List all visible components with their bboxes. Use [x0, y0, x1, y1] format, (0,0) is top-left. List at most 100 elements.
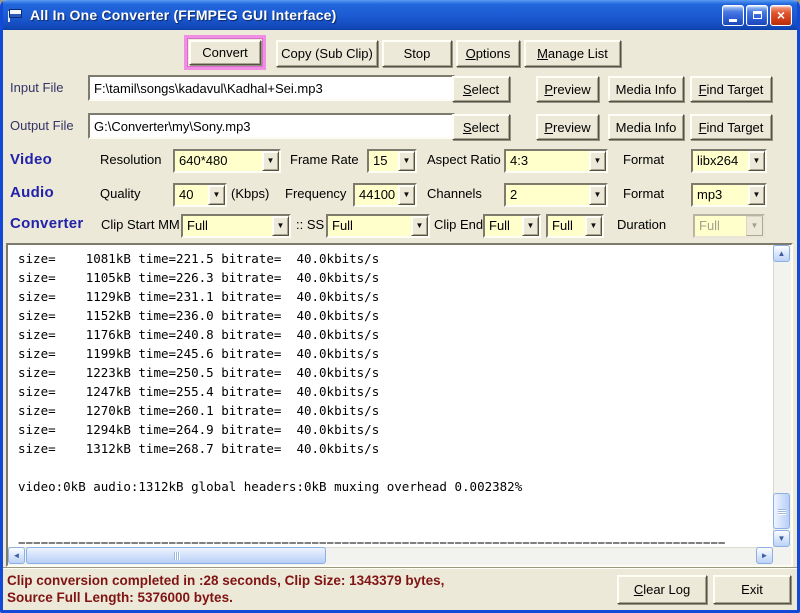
kbps-label: (Kbps) — [231, 186, 269, 201]
dropdown-arrow-button[interactable]: ▼ — [262, 151, 279, 171]
output-media-info-button[interactable]: Media Info — [608, 114, 684, 140]
chevron-down-icon: ▼ — [527, 222, 535, 230]
convert-highlight: Convert — [184, 35, 266, 70]
chevron-up-icon: ▲ — [778, 250, 786, 258]
frequency-select[interactable]: 44100 ▼ — [353, 183, 417, 207]
ss-label: :: SS — [296, 217, 324, 232]
video-format-select[interactable]: libx264 ▼ — [691, 149, 767, 173]
maximize-icon — [753, 11, 762, 19]
chevron-down-icon: ▼ — [594, 157, 602, 165]
input-file-label: Input File — [10, 80, 63, 95]
converter-section-label: Converter — [10, 215, 84, 232]
audio-section-label: Audio — [10, 184, 54, 201]
scrollbar-corner — [773, 547, 791, 565]
dropdown-arrow-button[interactable]: ▼ — [748, 151, 765, 171]
clip-end-label: Clip End — [434, 217, 483, 232]
aspect-ratio-label: Aspect Ratio — [427, 152, 501, 167]
maximize-button[interactable] — [746, 5, 768, 26]
chevron-down-icon: ▼ — [277, 222, 285, 230]
input-file-field[interactable] — [88, 75, 455, 101]
audio-format-label: Format — [623, 186, 664, 201]
frame-rate-label: Frame Rate — [290, 152, 359, 167]
close-button[interactable]: × — [770, 5, 792, 26]
input-preview-button[interactable]: Preview — [536, 76, 599, 102]
titlebar[interactable]: All In One Converter (FFMPEG GUI Interfa… — [0, 0, 800, 30]
dropdown-arrow-button[interactable]: ▼ — [585, 216, 602, 236]
quality-select[interactable]: 40 ▼ — [173, 183, 227, 207]
audio-format-select[interactable]: mp3 ▼ — [691, 183, 767, 207]
status-text: Clip conversion completed in :28 seconds… — [7, 572, 444, 606]
statusbar: Clip conversion completed in :28 seconds… — [3, 568, 797, 610]
dropdown-arrow-button[interactable]: ▼ — [398, 151, 415, 171]
dropdown-arrow-button[interactable]: ▼ — [208, 185, 225, 205]
dropdown-arrow-button[interactable]: ▼ — [522, 216, 539, 236]
chevron-down-icon: ▼ — [590, 222, 598, 230]
dropdown-arrow-button[interactable]: ▼ — [589, 151, 606, 171]
chevron-down-icon: ▼ — [594, 191, 602, 199]
close-icon: × — [777, 8, 785, 22]
horizontal-scrollbar[interactable]: ◄ ► — [8, 547, 773, 565]
duration-select: Full ▼ — [693, 214, 765, 238]
chevron-down-icon: ▼ — [753, 191, 761, 199]
clip-end-mm-select[interactable]: Full ▼ — [483, 214, 541, 238]
input-media-info-button[interactable]: Media Info — [608, 76, 684, 102]
scroll-left-button[interactable]: ◄ — [8, 547, 25, 564]
minimize-icon — [729, 19, 737, 22]
scroll-down-button[interactable]: ▼ — [773, 530, 790, 547]
scroll-up-button[interactable]: ▲ — [773, 245, 790, 262]
chevron-down-icon: ▼ — [267, 157, 275, 165]
convert-button[interactable]: Convert — [189, 40, 261, 65]
log-text: size= 1081kB time=221.5 bitrate= 40.0kbi… — [10, 247, 771, 545]
frame-rate-select[interactable]: 15 ▼ — [367, 149, 417, 173]
thumb-grip-icon — [174, 552, 179, 560]
output-file-field[interactable] — [88, 113, 455, 139]
frequency-label: Frequency — [285, 186, 346, 201]
scroll-right-button[interactable]: ► — [756, 547, 773, 564]
dropdown-arrow-button[interactable]: ▼ — [398, 185, 415, 205]
chevron-down-icon: ▼ — [403, 191, 411, 199]
thumb-grip-icon — [778, 509, 786, 514]
channels-label: Channels — [427, 186, 482, 201]
video-section-label: Video — [10, 151, 52, 168]
chevron-down-icon: ▼ — [403, 157, 411, 165]
dropdown-arrow-button[interactable]: ▼ — [272, 216, 289, 236]
output-find-target-button[interactable]: Find Target — [690, 114, 772, 140]
dropdown-arrow-button[interactable]: ▼ — [411, 216, 428, 236]
output-preview-button[interactable]: Preview — [536, 114, 599, 140]
clear-log-button[interactable]: Clear Log — [617, 575, 707, 604]
log-area[interactable]: size= 1081kB time=221.5 bitrate= 40.0kbi… — [6, 243, 793, 567]
dropdown-arrow-button[interactable]: ▼ — [748, 185, 765, 205]
chevron-down-icon: ▼ — [751, 222, 759, 230]
chevron-down-icon: ▼ — [416, 222, 424, 230]
chevron-left-icon: ◄ — [13, 552, 21, 560]
chevron-down-icon: ▼ — [213, 191, 221, 199]
vertical-scrollbar[interactable]: ▲ ▼ — [773, 245, 791, 547]
copy-sub-clip-button[interactable]: Copy (Sub Clip) — [276, 40, 378, 67]
video-format-label: Format — [623, 152, 664, 167]
dropdown-arrow-button[interactable]: ▼ — [589, 185, 606, 205]
input-find-target-button[interactable]: Find Target — [690, 76, 772, 102]
clip-start-mm-label: Clip Start MM — [101, 217, 180, 232]
options-button[interactable]: Options — [456, 40, 520, 67]
resolution-label: Resolution — [100, 152, 161, 167]
app-window: All In One Converter (FFMPEG GUI Interfa… — [0, 0, 800, 613]
clip-start-mm-select[interactable]: Full ▼ — [181, 214, 291, 238]
status-line-2: Source Full Length: 5376000 bytes. — [7, 589, 444, 606]
output-file-label: Output File — [10, 118, 74, 133]
resolution-select[interactable]: 640*480 ▼ — [173, 149, 281, 173]
minimize-button[interactable] — [722, 5, 744, 26]
aspect-ratio-select[interactable]: 4:3 ▼ — [504, 149, 608, 173]
vertical-scroll-thumb[interactable] — [773, 493, 790, 529]
clip-end-ss-select[interactable]: Full ▼ — [546, 214, 604, 238]
stop-button[interactable]: Stop — [382, 40, 452, 67]
horizontal-scroll-thumb[interactable] — [26, 547, 326, 564]
dropdown-arrow-button: ▼ — [746, 216, 763, 236]
exit-button[interactable]: Exit — [713, 575, 791, 604]
input-select-button[interactable]: Select — [452, 76, 510, 102]
clip-start-ss-select[interactable]: Full ▼ — [326, 214, 430, 238]
manage-list-button[interactable]: Manage List — [524, 40, 621, 67]
channels-select[interactable]: 2 ▼ — [504, 183, 608, 207]
chevron-down-icon: ▼ — [753, 157, 761, 165]
output-select-button[interactable]: Select — [452, 114, 510, 140]
window-title: All In One Converter (FFMPEG GUI Interfa… — [30, 7, 722, 23]
